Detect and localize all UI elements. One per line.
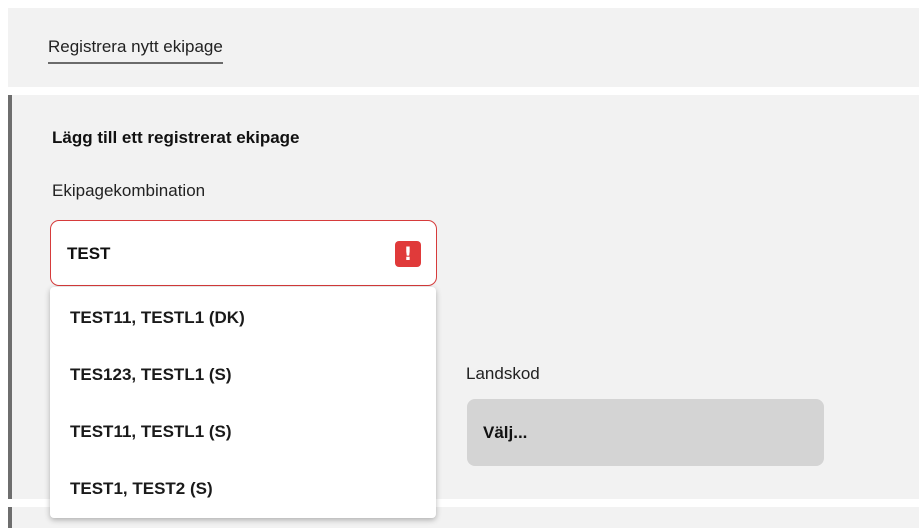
suggestion-item[interactable]: TEST11, TESTL1 (S): [50, 403, 436, 460]
section-heading: Lägg till ett registrerat ekipage: [52, 128, 300, 147]
error-icon: !: [395, 241, 421, 267]
suggestion-item[interactable]: TEST11, TESTL1 (DK): [50, 289, 436, 346]
combination-input[interactable]: [67, 241, 367, 267]
suggestion-item[interactable]: TES123, TESTL1 (S): [50, 346, 436, 403]
country-code-label: Landskod: [466, 364, 540, 383]
country-code-select[interactable]: Välj...: [467, 399, 824, 466]
register-new-ekipage-link[interactable]: Registrera nytt ekipage: [48, 37, 223, 64]
combination-suggestions-dropdown: TEST11, TESTL1 (DK) TES123, TESTL1 (S) T…: [50, 287, 436, 518]
combination-label: Ekipagekombination: [52, 181, 206, 200]
suggestion-item[interactable]: TEST1, TEST2 (S): [50, 460, 436, 517]
top-panel: Registrera nytt ekipage: [8, 8, 919, 87]
combination-field[interactable]: !: [50, 220, 437, 286]
